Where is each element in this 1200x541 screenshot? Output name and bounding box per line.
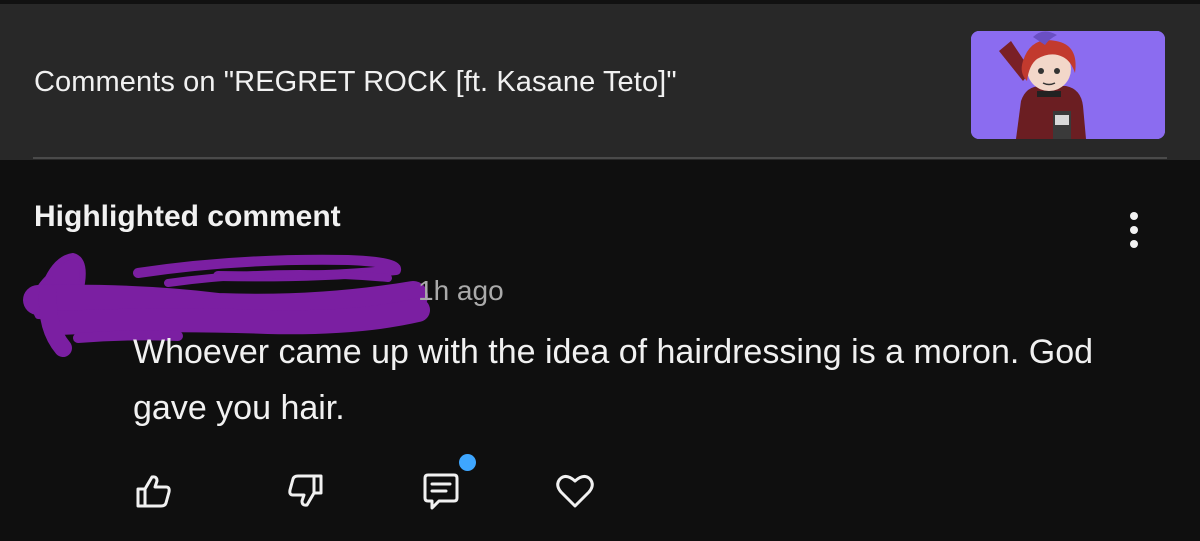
reply-button[interactable]	[418, 468, 464, 514]
dislike-button[interactable]	[283, 468, 329, 514]
highlighted-comment-label: Highlighted comment	[34, 200, 341, 233]
more-options-dot	[1130, 212, 1138, 220]
heart-button[interactable]	[552, 468, 598, 514]
notification-dot	[459, 454, 476, 471]
video-thumbnail-icon	[971, 31, 1165, 139]
comment-timestamp: 1h ago	[418, 275, 504, 306]
more-options-dot	[1130, 226, 1138, 234]
more-options-dot	[1130, 240, 1138, 248]
comments-title: Comments on "REGRET ROCK [ft. Kasane Tet…	[34, 66, 677, 98]
comment-body: Whoever came up with the idea of hairdre…	[133, 333, 1094, 427]
reply-comment-icon	[423, 473, 459, 510]
like-button[interactable]	[130, 468, 176, 514]
more-options-button[interactable]	[1116, 206, 1152, 254]
comments-header: Comments on "REGRET ROCK [ft. Kasane Tet…	[0, 0, 1200, 160]
header-divider	[33, 157, 1167, 159]
thumbs-up-icon	[136, 475, 171, 508]
thumbs-down-icon	[288, 474, 323, 507]
heart-icon	[556, 474, 594, 508]
video-thumbnail[interactable]	[971, 31, 1165, 139]
